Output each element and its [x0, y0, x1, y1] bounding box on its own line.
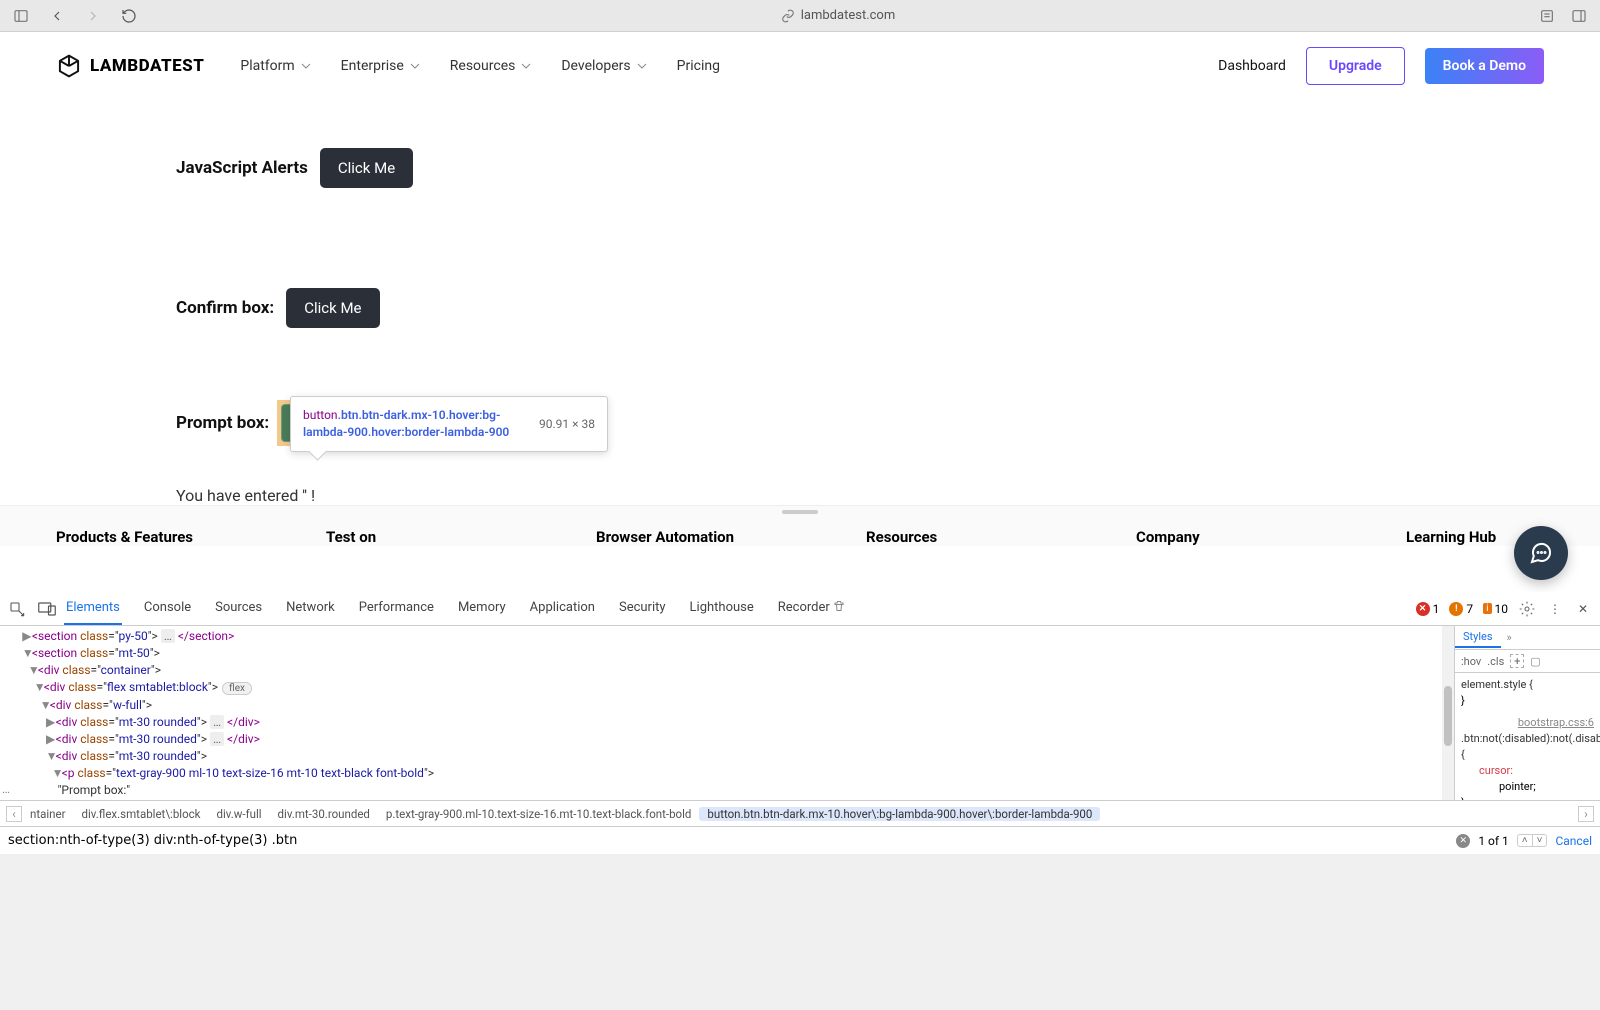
- search-count: 1 of 1: [1478, 834, 1508, 848]
- hov-toggle[interactable]: :hov: [1461, 655, 1481, 668]
- upgrade-button[interactable]: Upgrade: [1306, 47, 1405, 85]
- nav-resources[interactable]: Resources: [448, 52, 534, 80]
- reader-icon[interactable]: [1538, 7, 1556, 25]
- site-header: LAMBDATEST Platform Enterprise Resources…: [0, 32, 1600, 100]
- confirm-box-label: Confirm box:: [176, 298, 274, 318]
- footer-col-automation[interactable]: Browser Automation: [596, 528, 746, 546]
- logo[interactable]: LAMBDATEST: [56, 53, 204, 79]
- devtools-tabs: Elements Console Sources Network Perform…: [64, 592, 847, 625]
- dom-breadcrumbs: ‹ ntainer div.flex.smtablet\:block div.w…: [0, 800, 1600, 826]
- tab-performance[interactable]: Performance: [357, 592, 436, 625]
- crumb-item-selected[interactable]: button.btn.btn-dark.mx-10.hover\:bg-lamb…: [699, 807, 1100, 821]
- dashboard-link[interactable]: Dashboard: [1218, 58, 1286, 74]
- device-toggle-icon[interactable]: [38, 600, 56, 618]
- cancel-search-link[interactable]: Cancel: [1555, 834, 1592, 848]
- reload-button[interactable]: [120, 7, 138, 25]
- sidebar-toggle-icon[interactable]: [12, 7, 30, 25]
- url-text: lambdatest.com: [801, 8, 896, 23]
- tabs-icon[interactable]: [1570, 7, 1588, 25]
- demo-area: JavaScript Alerts Click Me Confirm box: …: [0, 100, 1600, 505]
- crumb-item[interactable]: div.mt-30.rounded: [270, 807, 378, 821]
- link-icon: [781, 9, 795, 23]
- nav-platform[interactable]: Platform: [238, 52, 312, 80]
- footer-col-products[interactable]: Products & Features: [56, 528, 206, 546]
- prompt-result-text: You have entered '' !: [176, 486, 1600, 505]
- styles-pane: Styles » :hov .cls + ▢ element.style { }…: [1454, 626, 1600, 800]
- nav-pricing[interactable]: Pricing: [675, 52, 722, 80]
- address-bar[interactable]: lambdatest.com: [138, 8, 1538, 23]
- element-style-selector: element.style {: [1461, 678, 1533, 691]
- warning-count[interactable]: !7: [1449, 602, 1473, 616]
- dom-scrollbar[interactable]: [1442, 626, 1454, 800]
- tab-recorder[interactable]: Recorder: [776, 592, 847, 625]
- tab-sources[interactable]: Sources: [213, 592, 264, 625]
- nav-developers[interactable]: Developers: [559, 52, 648, 80]
- cls-toggle[interactable]: .cls: [1487, 655, 1504, 668]
- crumb-item[interactable]: p.text-gray-900.ml-10.text-size-16.mt-10…: [378, 807, 699, 821]
- search-next-icon[interactable]: ˅: [1533, 835, 1547, 846]
- crumb-item[interactable]: div.flex.smtablet\:block: [74, 807, 209, 821]
- devtools-search-bar: ✕ 1 of 1 ˄˅ Cancel: [0, 826, 1600, 854]
- chat-bubble-button[interactable]: [1514, 526, 1568, 580]
- book-demo-button[interactable]: Book a Demo: [1425, 48, 1544, 84]
- footer-col-test[interactable]: Test on: [326, 528, 476, 546]
- tab-elements[interactable]: Elements: [64, 592, 122, 625]
- js-alerts-label: JavaScript Alerts: [176, 158, 308, 178]
- devtools-panel: Elements Console Sources Network Perform…: [0, 592, 1600, 854]
- gear-icon[interactable]: [1518, 600, 1536, 618]
- forward-button[interactable]: [84, 7, 102, 25]
- pane-icon[interactable]: ▢: [1530, 655, 1540, 668]
- footer-grip: [782, 510, 818, 514]
- browser-chrome: lambdatest.com: [0, 0, 1600, 32]
- tab-memory[interactable]: Memory: [456, 592, 508, 625]
- footer-col-resources[interactable]: Resources: [866, 528, 1016, 546]
- info-count[interactable]: i10: [1483, 602, 1508, 616]
- element-inspect-tooltip: button.btn.btn-dark.mx-10.hover:bg-lambd…: [290, 396, 608, 452]
- tooltip-tag: button: [303, 408, 338, 422]
- kebab-icon[interactable]: ⋮: [1546, 600, 1564, 618]
- js-alert-button[interactable]: Click Me: [320, 148, 413, 188]
- site-footer: Products & Features Test on Browser Auto…: [0, 505, 1600, 546]
- css-source-link[interactable]: bootstrap.css:6: [1518, 715, 1594, 731]
- footer-col-company[interactable]: Company: [1136, 528, 1286, 546]
- tab-lighthouse[interactable]: Lighthouse: [688, 592, 756, 625]
- add-rule-icon[interactable]: +: [1510, 654, 1524, 668]
- logo-text: LAMBDATEST: [90, 56, 204, 76]
- search-stepper[interactable]: ˄˅: [1517, 834, 1548, 847]
- crumb-item[interactable]: div.w-full: [209, 807, 270, 821]
- logo-mark-icon: [56, 53, 82, 79]
- tooltip-dimensions: 90.91 × 38: [539, 417, 595, 431]
- confirm-box-button[interactable]: Click Me: [286, 288, 379, 328]
- page-viewport: LAMBDATEST Platform Enterprise Resources…: [0, 32, 1600, 592]
- styles-tab[interactable]: Styles: [1455, 627, 1501, 648]
- dom-tree[interactable]: ▶<section class="py-50"> … </section> ▼<…: [0, 626, 1454, 800]
- tab-application[interactable]: Application: [528, 592, 597, 625]
- inspect-element-icon[interactable]: [8, 600, 26, 618]
- chat-icon: [1529, 541, 1553, 565]
- search-prev-icon[interactable]: ˄: [1518, 835, 1533, 846]
- css-selector: .btn:not(:disabled):not(.disabled) {: [1461, 732, 1600, 761]
- search-input[interactable]: [8, 833, 1446, 848]
- tab-network[interactable]: Network: [284, 592, 337, 625]
- close-devtools-icon[interactable]: ✕: [1574, 600, 1592, 618]
- more-tabs-icon[interactable]: »: [1501, 631, 1518, 644]
- tab-security[interactable]: Security: [617, 592, 668, 625]
- error-count[interactable]: ✕1: [1416, 602, 1440, 616]
- crumb-scroll-right[interactable]: ›: [1578, 806, 1594, 822]
- devtools-toolbar: Elements Console Sources Network Perform…: [0, 592, 1600, 626]
- tab-console[interactable]: Console: [142, 592, 193, 625]
- nav-enterprise[interactable]: Enterprise: [339, 52, 422, 80]
- prompt-box-label: Prompt box:: [176, 413, 269, 433]
- crumb-item[interactable]: ntainer: [22, 807, 74, 821]
- crumb-scroll-left[interactable]: ‹: [6, 806, 22, 822]
- clear-search-icon[interactable]: ✕: [1456, 834, 1470, 848]
- back-button[interactable]: [48, 7, 66, 25]
